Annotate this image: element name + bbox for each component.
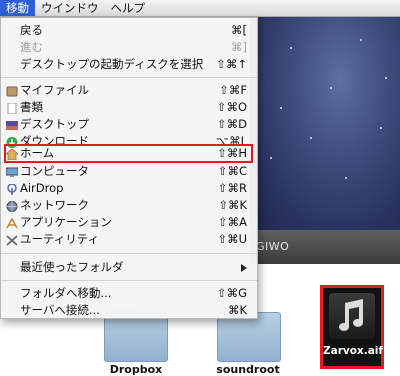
desktop-icon <box>6 119 18 130</box>
submenu-arrow-icon <box>241 264 247 272</box>
menu-item-documents[interactable]: 書類 ⇧⌘O <box>1 99 257 116</box>
folder-icon <box>104 308 168 362</box>
file-label-soundroot[interactable]: soundroot <box>208 363 288 376</box>
menu-item-go-to-folder[interactable]: フォルダへ移動... ⇧⌘G <box>1 285 257 302</box>
menu-item-connect-to-server[interactable]: サーバへ接続... ⌘K <box>1 302 257 319</box>
utilities-icon <box>6 234 18 246</box>
menu-item-shortcut: ⇧⌘R <box>217 181 247 195</box>
dropbox-folder[interactable] <box>104 308 168 362</box>
file-label-zarvox: Zarvox.aif <box>323 345 383 357</box>
menu-item-label: コンピュータ <box>20 164 89 178</box>
menu-item-shortcut: ⌘K <box>227 303 247 317</box>
path-bar: GIWO <box>250 230 400 264</box>
menu-item-label: 最近使ったフォルダ <box>20 260 124 274</box>
menu-item-airdrop[interactable]: AirDrop ⇧⌘R <box>1 180 257 197</box>
menu-item-shortcut: ⇧⌘D <box>217 117 247 131</box>
path-label: GIWO <box>256 240 290 253</box>
menu-item-label: ホーム <box>20 146 55 160</box>
menu-item-shortcut: ⇧⌘A <box>217 215 247 229</box>
menu-bar: 移動 ウインドウ ヘルプ <box>0 0 400 17</box>
menu-item-startup-disk[interactable]: デスクトップの起動ディスクを選択 ⇧⌘↑ <box>1 56 257 73</box>
go-menu-dropdown: 戻る ⌘[ 進む ⌘] デスクトップの起動ディスクを選択 ⇧⌘↑ マイファイル … <box>0 17 258 319</box>
menu-separator <box>1 77 257 78</box>
menu-separator <box>1 253 257 254</box>
home-icon <box>5 148 19 161</box>
menu-item-label: デスクトップの起動ディスクを選択 <box>20 57 204 71</box>
folder-icon <box>217 308 281 362</box>
menu-item-label: 書類 <box>20 100 43 114</box>
menu-item-label: ユーティリティ <box>20 232 100 246</box>
menu-item-label: AirDrop <box>20 181 64 195</box>
menu-item-label: デスクトップ <box>20 117 89 131</box>
zarvox-file[interactable]: Zarvox.aif <box>320 285 384 369</box>
menu-item-home[interactable]: ホーム ⇧⌘H <box>1 145 257 162</box>
menu-item-label: ネットワーク <box>20 198 89 212</box>
menu-item-shortcut: ⇧⌘↑ <box>216 57 247 71</box>
menu-item-computer[interactable]: コンピュータ ⇧⌘C <box>1 163 257 180</box>
menu-item-shortcut: ⇧⌘F <box>219 83 247 97</box>
menu-help[interactable]: ヘルプ <box>105 0 152 16</box>
menu-window[interactable]: ウインドウ <box>35 0 105 16</box>
menu-item-shortcut: ⌘] <box>231 40 247 54</box>
music-note-icon <box>329 293 375 339</box>
menu-item-all-my-files[interactable]: マイファイル ⇧⌘F <box>1 82 257 99</box>
menu-item-shortcut: ⇧⌘C <box>217 164 247 178</box>
menu-item-shortcut: ⇧⌘U <box>217 232 247 246</box>
computer-icon <box>5 166 19 177</box>
menu-item-shortcut: ⇧⌘K <box>218 198 247 212</box>
menu-item-utilities[interactable]: ユーティリティ ⇧⌘U <box>1 231 257 248</box>
menu-go[interactable]: 移動 <box>0 0 35 16</box>
airdrop-icon <box>6 183 18 195</box>
menu-item-shortcut: ⇧⌘G <box>216 286 247 300</box>
menu-item-label: 進む <box>20 40 43 54</box>
network-icon <box>6 200 18 212</box>
menu-item-applications[interactable]: アプリケーション ⇧⌘A <box>1 214 257 231</box>
menu-item-recent-folders[interactable]: 最近使ったフォルダ <box>1 259 257 276</box>
menu-item-label: マイファイル <box>20 83 89 97</box>
desktop-background <box>250 17 400 230</box>
menu-item-forward: 進む ⌘] <box>1 39 257 56</box>
menu-item-desktop[interactable]: デスクトップ ⇧⌘D <box>1 116 257 133</box>
menu-item-shortcut: ⇧⌘H <box>217 146 247 160</box>
all-my-files-icon <box>6 85 18 97</box>
applications-icon <box>6 217 18 229</box>
menu-item-label: アプリケーション <box>20 215 112 229</box>
menu-item-shortcut: ⇧⌘O <box>216 100 247 114</box>
documents-icon <box>6 102 18 115</box>
menu-item-back[interactable]: 戻る ⌘[ <box>1 22 257 39</box>
soundroot-folder[interactable] <box>217 308 281 362</box>
file-label-dropbox[interactable]: Dropbox <box>96 363 176 376</box>
menu-item-shortcut: ⌘[ <box>231 23 247 37</box>
menu-separator <box>1 280 257 281</box>
menu-item-network[interactable]: ネットワーク ⇧⌘K <box>1 197 257 214</box>
menu-item-label: 戻る <box>20 23 43 37</box>
menu-item-label: フォルダへ移動... <box>20 286 112 300</box>
menu-item-label: サーバへ接続... <box>20 303 100 317</box>
